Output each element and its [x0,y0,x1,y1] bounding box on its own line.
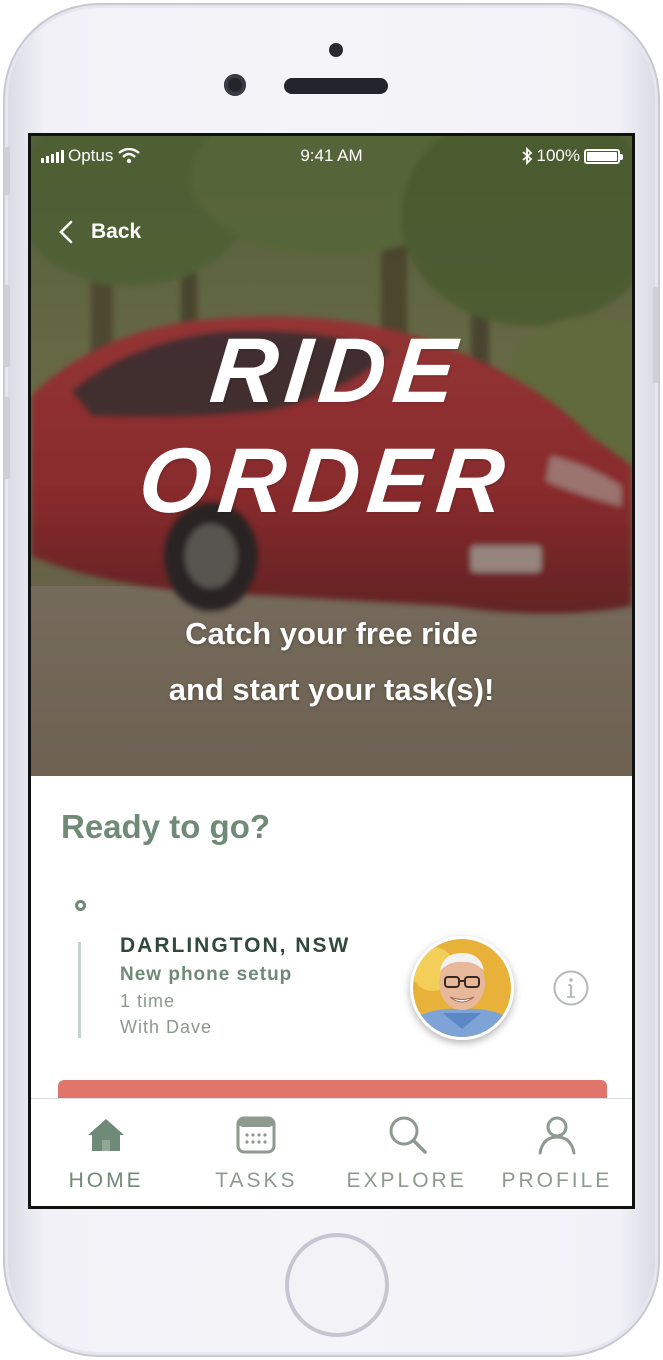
front-camera [224,74,246,96]
hardware-home-button[interactable] [285,1233,389,1337]
tab-explore-label: EXPLORE [346,1169,467,1192]
bluetooth-icon [521,147,532,165]
person-photo [413,939,511,1037]
tab-home-label: HOME [68,1169,144,1192]
timeline-line [78,942,81,1038]
tab-profile-label: PROFILE [501,1169,613,1192]
task-frequency: 1 time [120,991,176,1011]
back-button[interactable]: Back [59,220,141,244]
hero-title-line2: ORDER [134,430,518,532]
person-icon [538,1116,576,1155]
back-label: Back [91,220,142,243]
section-heading: Ready to go? [61,808,271,845]
home-icon [88,1119,125,1151]
hero-title: RIDE ORDER [31,316,632,536]
task-with: With Dave [120,1017,213,1037]
search-icon [389,1116,427,1154]
proximity-sensor [329,43,343,57]
chevron-left-icon [59,220,73,244]
hero-subtitle-line2: and start your task(s)! [168,672,495,707]
tab-tasks[interactable]: TASKS [181,1099,331,1206]
hero-title-line1: RIDE [206,320,469,422]
power-button [653,287,659,383]
hero-subtitle: Catch your free ride and start your task… [31,606,632,718]
volume-up-button [4,285,10,367]
battery-icon [584,148,623,164]
status-bar: Optus 9:41 AM 100% [31,144,632,170]
mute-switch [4,147,10,195]
phone-screen: Optus 9:41 AM 100% Back RIDE ORDER Catch… [28,133,635,1209]
hero-subtitle-line1: Catch your free ride [185,616,478,651]
tab-explore[interactable]: EXPLORE [332,1099,482,1206]
hero-banner: Optus 9:41 AM 100% Back RIDE ORDER Catch… [31,136,632,776]
volume-down-button [4,397,10,479]
tab-home[interactable]: HOME [31,1099,181,1206]
timeline-dot [75,900,86,911]
task-card[interactable]: DARLINGTON, NSW New phone setup 1 time W… [120,934,350,1038]
tab-profile[interactable]: PROFILE [482,1099,632,1206]
avatar[interactable] [410,936,514,1040]
task-location: DARLINGTON, NSW [120,934,351,957]
status-right: 100% [521,146,623,166]
info-icon[interactable] [552,969,590,1007]
calendar-icon [236,1116,276,1154]
battery-percent: 100% [536,146,580,165]
tab-bar: HOME TASKS EXPLORE PROFILE [31,1098,632,1206]
earpiece-speaker [284,78,388,94]
task-name: New phone setup [120,964,293,985]
tab-tasks-label: TASKS [215,1169,298,1192]
